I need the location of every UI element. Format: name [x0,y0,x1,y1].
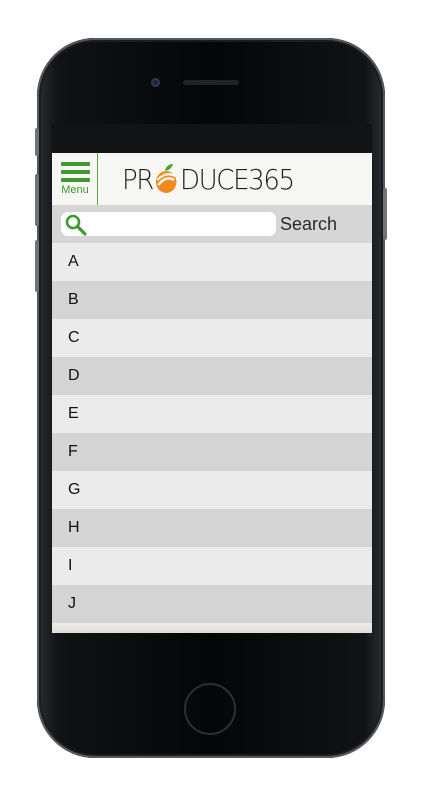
home-button[interactable] [184,683,236,735]
earpiece-speaker [183,80,239,85]
alphabet-item-c[interactable]: C [52,319,372,357]
mute-switch [35,128,39,156]
alphabet-item-d[interactable]: D [52,357,372,395]
alphabet-item-j[interactable]: J [52,585,372,623]
search-icon [65,214,87,236]
alphabet-item-f[interactable]: F [52,433,372,471]
hamburger-icon [61,162,90,184]
menu-label: Menu [61,184,89,196]
alphabet-item-h[interactable]: H [52,509,372,547]
search-bar: Search [52,205,372,243]
volume-up-button [35,174,39,226]
logo-prefix: PR [122,162,154,196]
fruit-logo-icon [156,164,177,193]
power-button [383,188,387,240]
alphabet-item-i[interactable]: I [52,547,372,585]
volume-down-button [35,240,39,292]
alphabet-item-b[interactable]: B [52,281,372,319]
logo-suffix: DUCE365 [179,162,295,196]
app-screen: Menu PR DUCE365 Search A B C D E F G H I… [52,153,372,633]
alphabet-item-e[interactable]: E [52,395,372,433]
produce365-logo[interactable]: PR DUCE365 [122,161,322,197]
alphabet-index-list: A B C D E F G H I J [52,243,372,623]
menu-button[interactable]: Menu [52,153,98,205]
background-edge [52,623,372,633]
front-camera [151,78,160,87]
alphabet-item-a[interactable]: A [52,243,372,281]
search-input[interactable] [61,212,276,236]
alphabet-item-g[interactable]: G [52,471,372,509]
search-button[interactable]: Search [280,212,370,236]
status-bar [52,124,372,153]
app-header: Menu PR DUCE365 [52,153,372,205]
logo-wordmark: PR DUCE365 [122,162,295,196]
